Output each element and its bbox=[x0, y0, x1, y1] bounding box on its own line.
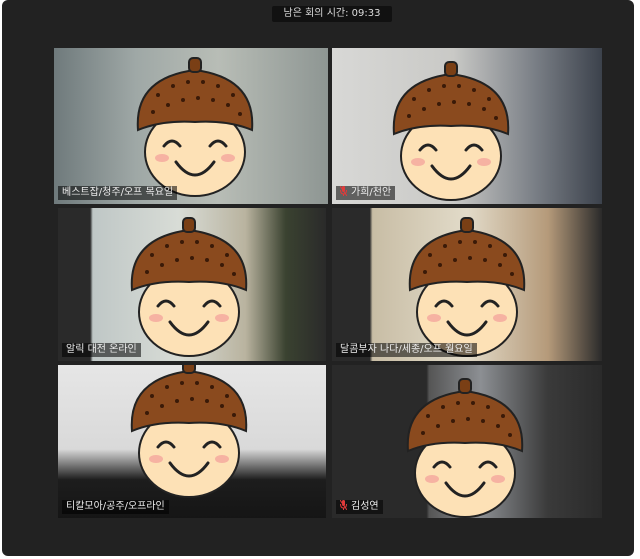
acorn-face-icon bbox=[406, 378, 524, 518]
acorn-face-icon bbox=[130, 365, 248, 498]
acorn-face-icon bbox=[408, 217, 526, 357]
video-tile-1[interactable]: 베스트잡/청주/오프 목요일 bbox=[54, 48, 328, 204]
video-call-window: 남은 회의 시간: 09:33 베스트잡/청주/오프 목요일 가희/천안 알릭 … bbox=[2, 0, 634, 556]
acorn-face-icon bbox=[136, 57, 254, 197]
video-tile-4[interactable]: 달콤부자 나다/세종/오프 월요일 bbox=[332, 208, 602, 361]
video-tile-3[interactable]: 알릭 대전 온라인 bbox=[58, 208, 326, 361]
video-tile-5[interactable]: 티칼모아/공주/오프라인 bbox=[58, 365, 326, 518]
mic-muted-icon bbox=[340, 186, 347, 196]
mic-muted-icon bbox=[340, 500, 347, 510]
video-tile-2[interactable]: 가희/천안 bbox=[332, 48, 602, 204]
participant-name-label: 티칼모아/공주/오프라인 bbox=[62, 500, 169, 514]
participant-name-label: 달콤부자 나다/세종/오프 월요일 bbox=[336, 343, 477, 357]
acorn-face-icon bbox=[392, 61, 510, 201]
participant-name-label: 가희/천안 bbox=[336, 186, 396, 200]
meeting-timer: 남은 회의 시간: 09:33 bbox=[272, 6, 392, 22]
participant-name-label: 김성연 bbox=[336, 500, 383, 514]
acorn-face-icon bbox=[130, 217, 248, 357]
video-tile-6[interactable]: 김성연 bbox=[332, 365, 602, 518]
participant-name-label: 알릭 대전 온라인 bbox=[62, 343, 141, 357]
participant-name-label: 베스트잡/청주/오프 목요일 bbox=[58, 186, 178, 200]
